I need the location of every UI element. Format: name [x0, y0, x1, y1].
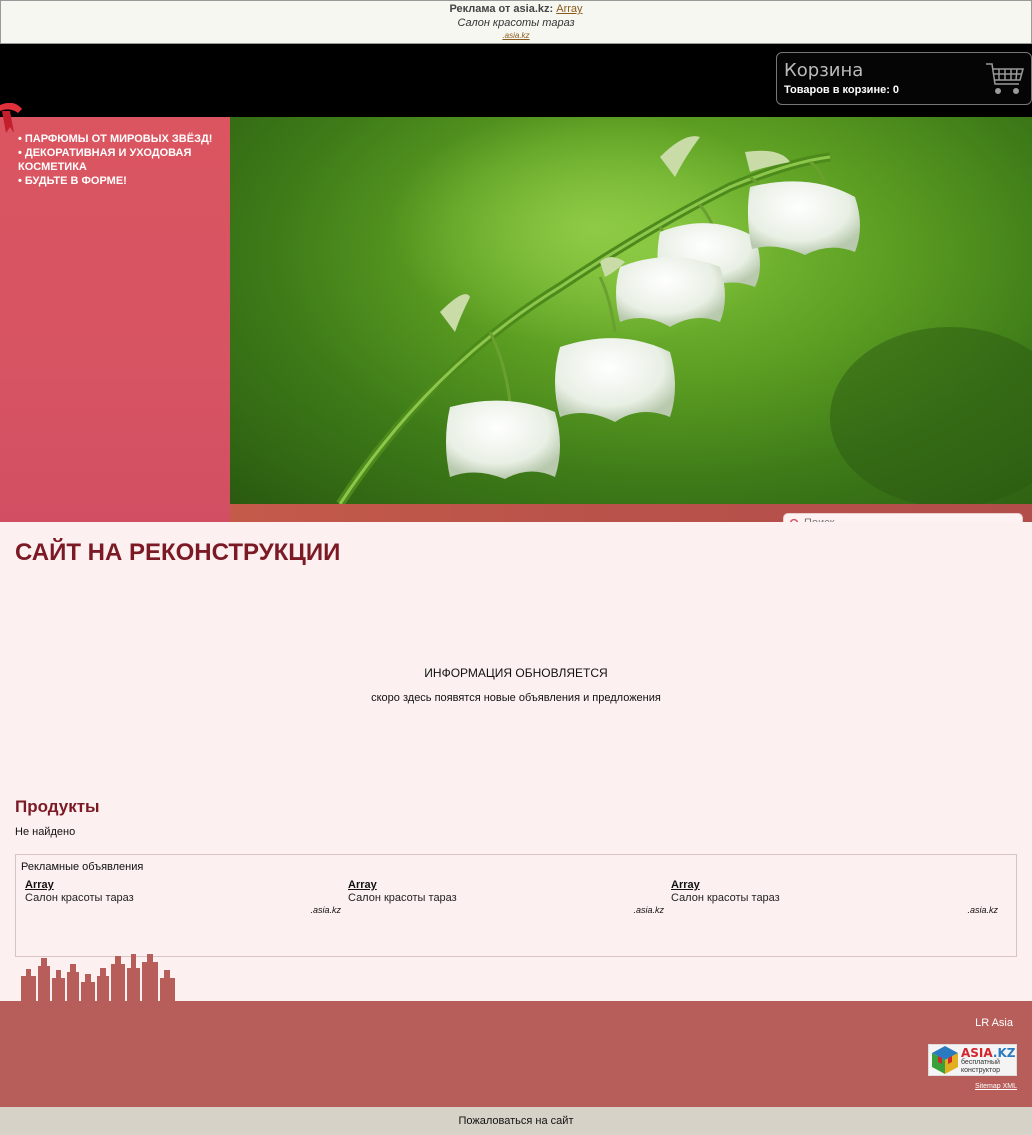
top-ad-link[interactable]: Array — [556, 3, 582, 15]
sidebar-item-label[interactable]: ДЕКОРАТИВНАЯ И УХОДОВАЯ КОСМЕТИКА — [18, 147, 191, 173]
cosmetics-bottles-silhouette — [21, 954, 175, 1001]
lily-flower-illustration — [336, 117, 1032, 504]
top-ad-url[interactable]: .asia.kz — [502, 31, 529, 40]
products-empty-text: Не найдено — [15, 826, 76, 838]
ad-item: Array Салон красоты тараз .asia.kz — [25, 879, 341, 915]
ad-description: Салон красоты тараз — [671, 892, 780, 904]
ad-url[interactable]: .asia.kz — [348, 905, 664, 915]
sidebar: • ПАРФЮМЫ ОТ МИРОВЫХ ЗВЁЗД! • ДЕКОРАТИВНАЯ… — [0, 103, 230, 522]
info-title: ИНФОРМАЦИЯ ОБНОВЛЯЕТСЯ — [424, 666, 608, 680]
sidebar-item-cosmetics[interactable]: • ДЕКОРАТИВНАЯ И УХОДОВАЯ КОСМЕТИКА — [18, 146, 218, 174]
products-title: Продукты — [15, 797, 100, 816]
cart-count: Товаров в корзине: 0 — [784, 84, 900, 96]
footer-owner: LR Asia — [975, 1017, 1013, 1029]
cube-logo-icon — [932, 1046, 958, 1074]
sidebar-item-label[interactable]: БУДЬТЕ В ФОРМЕ! — [25, 175, 127, 187]
ad-item: Array Салон красоты тараз .asia.kz — [348, 879, 664, 915]
ad-title-link[interactable]: Array — [25, 879, 54, 891]
cart-widget[interactable]: Корзина Товаров в корзине: 0 — [776, 52, 1032, 105]
ad-title-link[interactable]: Array — [348, 879, 377, 891]
sidebar-item-label[interactable]: ПАРФЮМЫ ОТ МИРОВЫХ ЗВЁЗД! — [25, 133, 213, 145]
hero-banner-image — [230, 117, 1032, 504]
ad-url[interactable]: .asia.kz — [25, 905, 341, 915]
ad-description: Салон красоты тараз — [25, 892, 134, 904]
complain-link[interactable]: Пожаловаться на сайт — [0, 1107, 1032, 1135]
sidebar-item-fitness[interactable]: • БУДЬТЕ В ФОРМЕ! — [18, 174, 218, 188]
cart-title[interactable]: Корзина — [784, 60, 863, 81]
asia-kz-logo[interactable]: ASIA.KZ бесплатный конструктор — [928, 1044, 1017, 1076]
sitemap-link[interactable]: Sitemap XML — [975, 1083, 1017, 1090]
shopping-cart-icon[interactable] — [985, 60, 1025, 98]
site-footer: LR Asia ASIA.KZ бесплатный конструктор Si… — [0, 1001, 1032, 1107]
top-ad-label: Реклама от asia.kz: — [449, 3, 554, 15]
ad-description: Салон красоты тараз — [348, 892, 457, 904]
sidebar-menu: • ПАРФЮМЫ ОТ МИРОВЫХ ЗВЁЗД! • ДЕКОРАТИВНАЯ… — [18, 132, 218, 188]
ads-header: Рекламные объявления — [21, 861, 144, 873]
ad-title-link[interactable]: Array — [671, 879, 700, 891]
top-ad-bar: Реклама от asia.kz: Array Салон красоты … — [0, 0, 1032, 44]
info-text: скоро здесь появятся новые объявления и … — [371, 692, 661, 704]
logo-subtitle: бесплатный конструктор — [961, 1059, 1000, 1074]
sidebar-item-perfume[interactable]: • ПАРФЮМЫ ОТ МИРОВЫХ ЗВЁЗД! — [18, 132, 218, 146]
ads-box: Рекламные объявления Array Салон красоты… — [15, 854, 1017, 957]
page-title: САЙТ НА РЕКОНСТРУКЦИИ — [15, 539, 341, 566]
logo-brand: ASIA.KZ — [961, 1046, 1016, 1060]
ad-url[interactable]: .asia.kz — [671, 905, 998, 915]
main-content: САЙТ НА РЕКОНСТРУКЦИИ ИНФОРМАЦИЯ ОБНОВЛЯ… — [0, 522, 1032, 1001]
ad-item: Array Салон красоты тараз .asia.kz — [671, 879, 998, 915]
top-ad-line: Реклама от asia.kz: Array — [1, 2, 1031, 16]
top-ad-text: Салон красоты тараз — [457, 17, 575, 29]
site-header: Корзина Товаров в корзине: 0 — [0, 44, 1032, 117]
